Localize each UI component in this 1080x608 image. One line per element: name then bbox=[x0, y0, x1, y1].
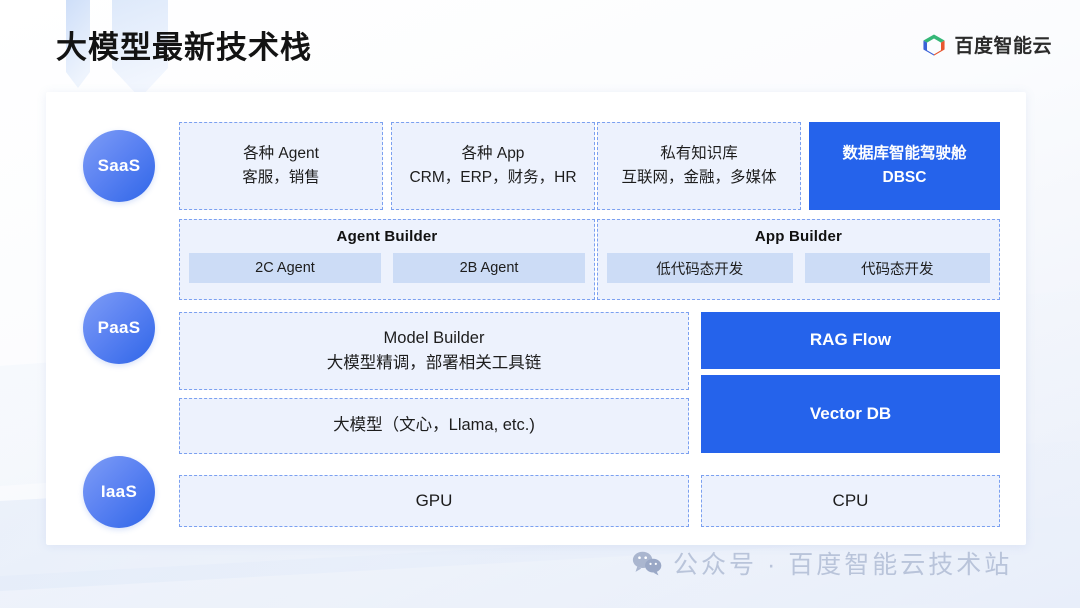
iaas-tile-cpu[interactable]: CPU bbox=[701, 475, 1000, 527]
paas-rag-flow-label: RAG Flow bbox=[809, 330, 892, 350]
app-builder-chip-code[interactable]: 代码态开发 bbox=[804, 253, 990, 283]
paas-tile-model-builder[interactable]: Model Builder 大模型精调，部署相关工具链 bbox=[179, 312, 689, 390]
saas-tile-dbsc-line1: 数据库智能驾驶舱 bbox=[842, 144, 967, 162]
saas-tile-knowledge-base[interactable]: 私有知识库 互联网，金融，多媒体 bbox=[597, 122, 801, 210]
tech-stack-card: SaaS PaaS IaaS 各种 Agent 客服，销售 各种 App CRM… bbox=[46, 92, 1026, 545]
saas-tile-app[interactable]: 各种 App CRM，ERP，财务，HR bbox=[391, 122, 595, 210]
paas-vector-db-label: Vector DB bbox=[809, 403, 892, 423]
page-title: 大模型最新技术栈 bbox=[56, 30, 312, 65]
brand-name: 百度智能云 bbox=[954, 36, 1052, 57]
app-builder-group[interactable]: App Builder 低代码态开发 代码态开发 bbox=[597, 219, 1000, 300]
layer-badge-saas: SaaS bbox=[83, 130, 155, 202]
saas-tile-knowledge-base-line1: 私有知识库 bbox=[660, 145, 738, 163]
saas-tile-knowledge-base-line2: 互联网，金融，多媒体 bbox=[621, 169, 777, 186]
saas-tile-agent[interactable]: 各种 Agent 客服，销售 bbox=[179, 122, 383, 210]
agent-builder-chip-2c[interactable]: 2C Agent bbox=[189, 253, 381, 283]
saas-tile-agent-line2: 客服，销售 bbox=[242, 169, 320, 186]
brand-logo: 百度智能云 bbox=[921, 31, 1052, 58]
paas-model-builder-line1: Model Builder bbox=[383, 328, 485, 347]
saas-tile-dbsc-line2: DBSC bbox=[882, 169, 927, 186]
paas-foundation-model-label: 大模型（文心，Llama, etc.) bbox=[333, 416, 535, 435]
watermark: 公众号 · 百度智能云技术站 bbox=[632, 545, 1012, 581]
saas-tile-agent-line1: 各种 Agent bbox=[243, 145, 319, 163]
agent-builder-group[interactable]: Agent Builder 2C Agent 2B Agent bbox=[179, 219, 595, 300]
baidu-cloud-cube-icon bbox=[923, 33, 946, 56]
saas-tile-app-line1: 各种 App bbox=[461, 145, 525, 163]
paas-tile-foundation-model[interactable]: 大模型（文心，Llama, etc.) bbox=[179, 398, 689, 454]
iaas-gpu-label: GPU bbox=[415, 491, 453, 511]
saas-tile-app-line2: CRM，ERP，财务，HR bbox=[409, 169, 577, 186]
paas-tile-rag-flow[interactable]: RAG Flow bbox=[701, 312, 1000, 369]
slide-header: 大模型最新技术栈 百度智能云 bbox=[0, 0, 1080, 90]
agent-builder-title: Agent Builder bbox=[336, 228, 438, 245]
watermark-text: 公众号 · 百度智能云技术站 bbox=[673, 551, 1013, 579]
iaas-cpu-label: CPU bbox=[832, 491, 869, 511]
layer-badge-iaas: IaaS bbox=[83, 456, 155, 528]
slide-canvas: 大模型最新技术栈 百度智能云 SaaS PaaS IaaS 各种 Agent 客… bbox=[0, 0, 1080, 608]
paas-tile-vector-db[interactable]: Vector DB bbox=[701, 375, 1000, 453]
layer-badge-paas: PaaS bbox=[83, 292, 155, 364]
saas-tile-dbsc[interactable]: 数据库智能驾驶舱 DBSC bbox=[809, 122, 1000, 210]
agent-builder-chip-2b[interactable]: 2B Agent bbox=[393, 253, 585, 283]
app-builder-title: App Builder bbox=[754, 228, 843, 245]
wechat-icon bbox=[632, 551, 662, 576]
iaas-tile-gpu[interactable]: GPU bbox=[179, 475, 689, 527]
app-builder-chip-lowcode[interactable]: 低代码态开发 bbox=[607, 253, 793, 283]
paas-model-builder-line2: 大模型精调，部署相关工具链 bbox=[326, 354, 542, 372]
